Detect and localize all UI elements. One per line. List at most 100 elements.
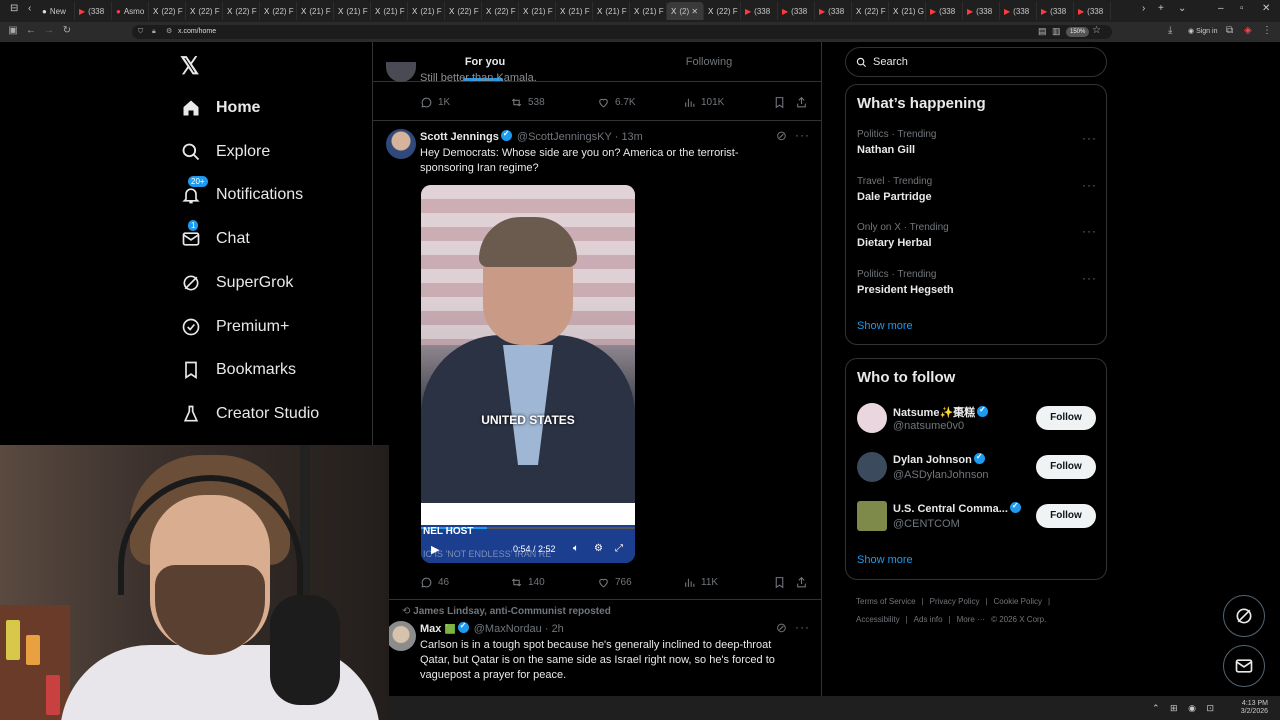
reload-icon[interactable]: ↻: [58, 25, 76, 36]
footer-link[interactable]: Cookie Policy: [994, 597, 1042, 606]
share-button[interactable]: [795, 576, 809, 589]
play-icon[interactable]: ▶: [431, 543, 439, 556]
sidebar-item-creator-studio[interactable]: Creator Studio: [180, 399, 319, 429]
screenshot-icon[interactable]: ▤: [1038, 26, 1047, 37]
follow-button[interactable]: Follow: [1036, 455, 1096, 479]
browser-tab[interactable]: X (21) F: [334, 2, 371, 20]
footer-link[interactable]: Privacy Policy: [930, 597, 980, 606]
sidebar-toggle-icon[interactable]: ▣: [4, 25, 22, 36]
avatar[interactable]: [857, 452, 887, 482]
sidebar-item-premium[interactable]: Premium+: [180, 312, 289, 342]
follow-suggestion-name[interactable]: Dylan Johnson: [893, 452, 987, 466]
restore-icon[interactable]: ▫: [1240, 3, 1244, 14]
author-handle[interactable]: @MaxNordau: [474, 623, 542, 635]
fullscreen-icon[interactable]: ⤢: [615, 543, 623, 554]
browser-tab[interactable]: X (21) F: [556, 2, 593, 20]
grok-button[interactable]: [1223, 595, 1265, 637]
more-icon[interactable]: ···: [1082, 178, 1097, 192]
bookmark-button[interactable]: [773, 96, 795, 109]
browser-tab[interactable]: ▶ (338: [75, 2, 112, 20]
download-icon[interactable]: ⤓: [1168, 25, 1172, 36]
tray-icons[interactable]: ⌃ ⊞ ◉ ⊡: [1152, 703, 1218, 714]
browser-tab[interactable]: X (22) F: [852, 2, 889, 20]
browser-tab[interactable]: ▶ (338: [1074, 2, 1111, 20]
repost-button[interactable]: 538: [510, 96, 597, 109]
reply-button[interactable]: 1K: [420, 96, 510, 109]
minimize-icon[interactable]: –: [1218, 3, 1224, 14]
sidebar-item-explore[interactable]: Explore: [180, 137, 270, 167]
show-more-link[interactable]: Show more: [857, 320, 913, 332]
tweet-time[interactable]: · 13m: [615, 131, 643, 143]
tab-search-icon[interactable]: ⌄: [1178, 3, 1186, 14]
messages-button[interactable]: [1223, 645, 1265, 687]
follow-suggestion-handle[interactable]: @natsume0v0: [893, 420, 964, 432]
extensions-icon[interactable]: ⧉: [1226, 25, 1233, 36]
footer-link[interactable]: Accessibility: [856, 615, 900, 624]
footer-link[interactable]: Ads info: [914, 615, 943, 624]
extension-badge-icon[interactable]: ◈: [1244, 25, 1252, 36]
sidebar-item-chat[interactable]: 1 Chat: [180, 220, 250, 254]
follow-button[interactable]: Follow: [1036, 504, 1096, 528]
reply-button[interactable]: 46: [420, 576, 510, 589]
reader-icon[interactable]: ▥: [1052, 26, 1061, 37]
grok-icon[interactable]: ⊘: [776, 620, 788, 636]
author-handle[interactable]: @ScottJenningsKY: [517, 131, 612, 143]
sign-in-button[interactable]: ◉ Sign in: [1188, 27, 1217, 35]
volume-icon[interactable]: 🔈︎: [573, 543, 579, 554]
author-name[interactable]: Scott Jennings: [420, 131, 499, 143]
browser-tab[interactable]: X (22) F: [704, 2, 741, 20]
show-more-link[interactable]: Show more: [857, 554, 913, 566]
more-icon[interactable]: ···: [795, 620, 810, 634]
sidebar-item-bookmarks[interactable]: Bookmarks: [180, 355, 296, 385]
browser-tab[interactable]: ● New: [38, 2, 75, 20]
browser-tab[interactable]: X (2) ✕: [667, 2, 704, 20]
views-button[interactable]: 11K: [683, 576, 773, 589]
follow-button[interactable]: Follow: [1036, 406, 1096, 430]
browser-tab[interactable]: ▶ (338: [1037, 2, 1074, 20]
forward-icon[interactable]: →: [40, 25, 58, 36]
scroll-tabs-right-icon[interactable]: ›: [1142, 3, 1145, 14]
browser-tab[interactable]: X (21) F: [371, 2, 408, 20]
footer-link[interactable]: © 2026 X Corp.: [991, 615, 1046, 624]
avatar[interactable]: [857, 403, 887, 433]
more-icon[interactable]: ···: [1082, 271, 1097, 285]
site-settings-icon[interactable]: ⚙: [166, 25, 172, 39]
more-icon[interactable]: ···: [1082, 224, 1097, 238]
trend-name[interactable]: Dietary Herbal: [857, 237, 932, 249]
reposted-by[interactable]: James Lindsay, anti-Communist reposted: [413, 606, 611, 617]
trend-name[interactable]: President Hegseth: [857, 284, 954, 296]
search-input[interactable]: Search: [845, 47, 1107, 77]
tweet-time[interactable]: · 2h: [545, 623, 564, 635]
clock[interactable]: 4:13 PM 3/2/2026: [1241, 700, 1268, 716]
avatar[interactable]: [857, 501, 887, 531]
views-button[interactable]: 101K: [683, 96, 773, 109]
video-player[interactable]: UNITED STATES NEL HOST IC IS 'NOT ENDLES…: [421, 185, 635, 563]
browser-tab[interactable]: ▶ (338: [741, 2, 778, 20]
like-button[interactable]: 6.7K: [597, 96, 683, 109]
tab-following[interactable]: Following: [597, 42, 821, 81]
browser-tab[interactable]: X (22) F: [186, 2, 223, 20]
browser-tab[interactable]: ▶ (338: [963, 2, 1000, 20]
footer-link[interactable]: Terms of Service: [856, 597, 916, 606]
settings-icon[interactable]: ⚙: [594, 543, 603, 554]
scroll-tabs-left-icon[interactable]: ‹: [28, 3, 31, 14]
avatar[interactable]: [386, 129, 416, 159]
trend-name[interactable]: Dale Partridge: [857, 191, 932, 203]
sidebar-item-home[interactable]: Home: [180, 93, 260, 123]
trend-name[interactable]: Nathan Gill: [857, 144, 915, 156]
browser-tab[interactable]: ▶ (338: [778, 2, 815, 20]
browser-tab[interactable]: ▶ (338: [926, 2, 963, 20]
sidebar-item-supergrok[interactable]: SuperGrok: [180, 268, 293, 298]
tab-list-icon[interactable]: ⊟: [10, 3, 18, 14]
browser-tab[interactable]: X (21) F: [408, 2, 445, 20]
browser-tab[interactable]: ▶ (338: [1000, 2, 1037, 20]
browser-tab[interactable]: X (22) F: [482, 2, 519, 20]
browser-tab[interactable]: ● Asmo: [112, 2, 149, 20]
grok-icon[interactable]: ⊘: [776, 128, 788, 144]
star-icon[interactable]: ☆: [1092, 25, 1101, 36]
repost-button[interactable]: 140: [510, 576, 597, 589]
more-icon[interactable]: ···: [795, 128, 810, 142]
browser-tab[interactable]: X (21) F: [519, 2, 556, 20]
like-button[interactable]: 766: [597, 576, 683, 589]
footer-link[interactable]: More ···: [957, 615, 985, 624]
